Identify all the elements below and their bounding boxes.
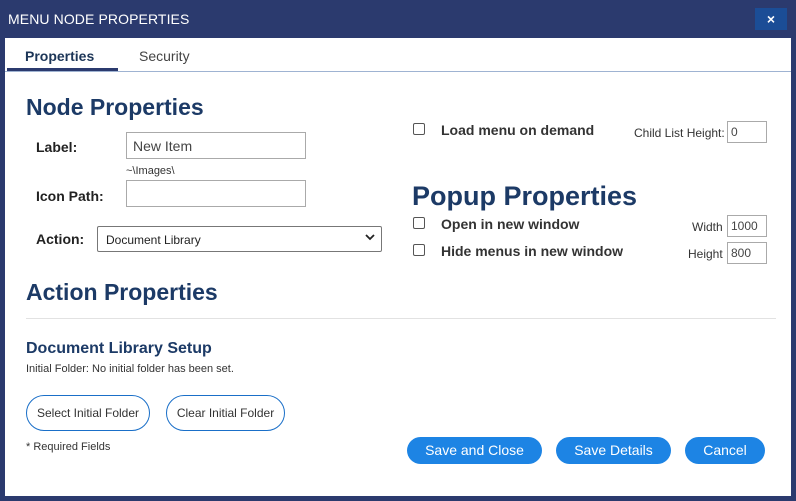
title-bar: MENU NODE PROPERTIES × (0, 0, 796, 38)
open-new-window-checkbox[interactable] (413, 217, 425, 229)
width-label: Width (692, 220, 723, 234)
icon-path-input[interactable] (126, 180, 306, 207)
label-field-label: Label: (36, 139, 78, 155)
tab-properties[interactable]: Properties (25, 48, 94, 64)
tab-security[interactable]: Security (139, 48, 190, 64)
initial-folder-status: Initial Folder: No initial folder has be… (26, 363, 234, 375)
active-tab-indicator (7, 68, 118, 71)
width-input[interactable]: 1000 (727, 215, 767, 237)
action-label: Action: (36, 231, 85, 247)
child-list-height-label: Child List Height: (634, 126, 725, 140)
action-properties-heading: Action Properties (26, 279, 218, 305)
load-on-demand-checkbox[interactable] (413, 123, 425, 135)
icon-path-hint: ~\Images\ (126, 165, 175, 177)
tab-bar: Properties Security (5, 38, 791, 72)
open-new-window-label: Open in new window (441, 216, 580, 232)
save-details-button[interactable]: Save Details (556, 437, 671, 464)
hide-menus-label: Hide menus in new window (441, 243, 624, 259)
hide-menus-checkbox[interactable] (413, 244, 425, 256)
select-initial-folder-button[interactable]: Select Initial Folder (26, 395, 150, 431)
height-input[interactable]: 800 (727, 242, 767, 264)
document-library-heading: Document Library Setup (26, 340, 212, 357)
close-button[interactable]: × (755, 8, 787, 30)
action-selected-value: Document Library (106, 233, 201, 247)
dialog-title: MENU NODE PROPERTIES (8, 11, 190, 27)
popup-properties-heading: Popup Properties (412, 181, 638, 211)
chevron-down-icon (365, 234, 375, 241)
menu-node-properties-dialog: MENU NODE PROPERTIES × Properties Securi… (0, 0, 796, 501)
action-select[interactable]: Document Library (97, 226, 382, 252)
icon-path-label: Icon Path: (36, 188, 104, 204)
close-icon: × (766, 11, 776, 27)
height-label: Height (688, 247, 723, 261)
section-divider (26, 318, 776, 319)
cancel-button[interactable]: Cancel (685, 437, 765, 464)
child-list-height-input[interactable]: 0 (727, 121, 767, 143)
required-fields-note: * Required Fields (26, 441, 111, 453)
label-input[interactable]: New Item (126, 132, 306, 159)
node-properties-heading: Node Properties (26, 94, 204, 120)
clear-initial-folder-button[interactable]: Clear Initial Folder (166, 395, 285, 431)
save-and-close-button[interactable]: Save and Close (407, 437, 542, 464)
load-on-demand-label: Load menu on demand (441, 122, 595, 138)
